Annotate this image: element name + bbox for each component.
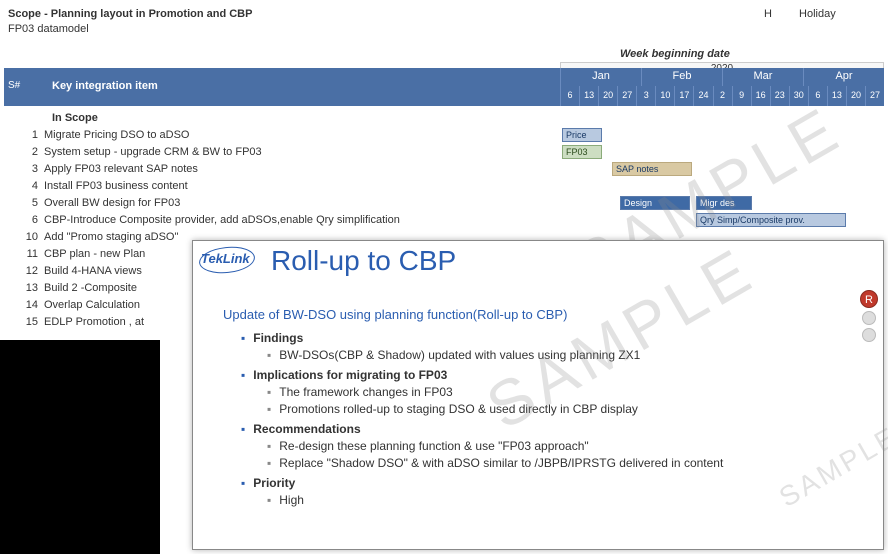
day-cell: 6 — [808, 86, 827, 106]
day-cell: 20 — [598, 86, 617, 106]
bar-sap-notes[interactable]: SAP notes — [612, 162, 692, 176]
section-recommendations: Recommendations Re-design these planning… — [241, 422, 863, 470]
day-cell: 16 — [751, 86, 770, 106]
days-header-row: 6 13 20 27 3 10 17 24 2 9 16 23 30 6 13 … — [560, 86, 884, 106]
section-findings: Findings BW-DSOs(CBP & Shadow) updated w… — [241, 331, 863, 362]
day-cell: 10 — [655, 86, 674, 106]
bar-qry-simp[interactable]: Qry Simp/Composite prov. — [696, 213, 846, 227]
holiday-code: H — [764, 8, 772, 20]
month-feb: Feb — [641, 68, 722, 86]
day-cell: 20 — [846, 86, 865, 106]
bar-migr-des[interactable]: Migr des — [696, 196, 752, 210]
bullet-item: High — [267, 493, 863, 507]
bullet-item: BW-DSOs(CBP & Shadow) updated with value… — [267, 348, 863, 362]
bullet-item: The framework changes in FP03 — [267, 385, 863, 399]
bar-price[interactable]: Price — [562, 128, 602, 142]
day-cell: 6 — [560, 86, 579, 106]
bullet-item: Re-design these planning function & use … — [267, 439, 863, 453]
col-sn: S# — [8, 80, 20, 91]
day-cell: 23 — [770, 86, 789, 106]
gantt-area: Price FP03 SAP notes Design Migr des Qry… — [560, 110, 884, 229]
section-priority: Priority High — [241, 476, 863, 507]
teklink-logo: TekLink — [201, 251, 250, 266]
month-jan: Jan — [560, 68, 641, 86]
traffic-grey-icon — [862, 328, 876, 342]
day-cell: 13 — [579, 86, 598, 106]
day-cell: 3 — [636, 86, 655, 106]
bullet-item: Replace "Shadow DSO" & with aDSO similar… — [267, 456, 863, 470]
traffic-grey-icon — [862, 311, 876, 325]
traffic-light-icon[interactable]: R — [858, 290, 880, 345]
slide-title: Roll-up to CBP — [271, 245, 456, 277]
day-cell: 2 — [713, 86, 732, 106]
day-cell: 17 — [674, 86, 693, 106]
spreadsheet-area: H Holiday Scope - Planning layout in Pro… — [4, 6, 884, 36]
month-mar: Mar — [722, 68, 803, 86]
day-cell: 27 — [865, 86, 884, 106]
month-apr: Apr — [803, 68, 884, 86]
sheet-subtitle: FP03 datamodel — [4, 22, 884, 36]
week-beginning-label: Week beginning date — [620, 48, 730, 60]
day-cell: 13 — [827, 86, 846, 106]
black-panel — [0, 340, 160, 554]
bullet-item: Promotions rolled-up to staging DSO & us… — [267, 402, 863, 416]
slide-overlay[interactable]: TekLink Roll-up to CBP Update of BW-DSO … — [192, 240, 884, 550]
slide-subtitle: Update of BW-DSO using planning function… — [223, 307, 567, 322]
sheet-title: Scope - Planning layout in Promotion and… — [4, 6, 884, 22]
section-implications: Implications for migrating to FP03 The f… — [241, 368, 863, 416]
day-cell: 24 — [693, 86, 712, 106]
day-cell: 9 — [732, 86, 751, 106]
traffic-r-icon: R — [860, 290, 878, 308]
day-cell: 27 — [617, 86, 636, 106]
slide-content: Findings BW-DSOs(CBP & Shadow) updated w… — [241, 331, 863, 513]
holiday-label: Holiday — [799, 8, 836, 20]
day-cell: 30 — [789, 86, 808, 106]
col-key-item: Key integration item — [52, 80, 158, 92]
bar-design[interactable]: Design — [620, 196, 690, 210]
bar-fp03[interactable]: FP03 — [562, 145, 602, 159]
month-header-row: Jan Feb Mar Apr — [560, 68, 884, 86]
holiday-legend: H Holiday — [764, 8, 836, 20]
